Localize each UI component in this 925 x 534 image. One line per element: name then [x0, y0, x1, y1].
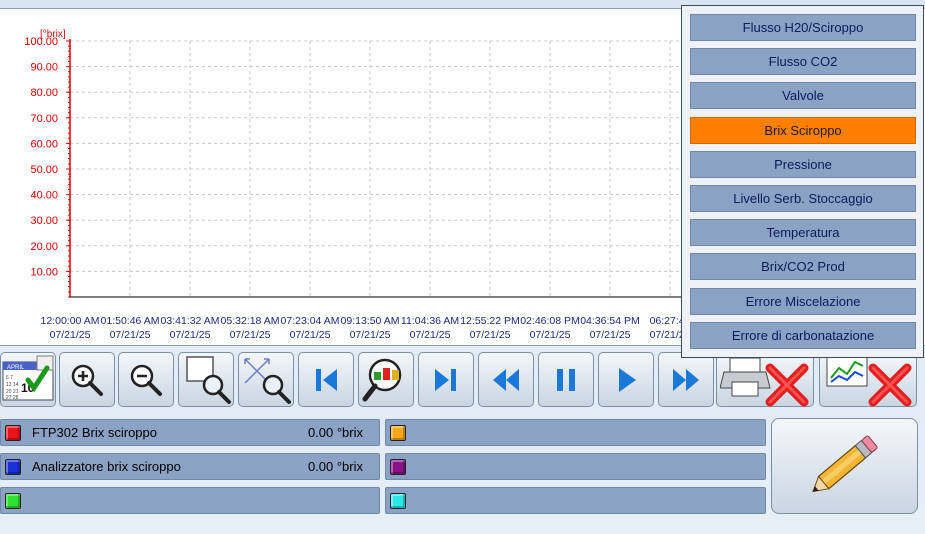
skip-to-start-icon	[316, 368, 337, 391]
x-tick-date-label: 07/21/25	[170, 329, 211, 341]
menu-item-6[interactable]: Livello Serb. Stoccaggio	[690, 185, 916, 212]
legend-color-swatch-4[interactable]	[390, 424, 406, 441]
search-data-icon	[362, 358, 402, 401]
x-tick-date-label: 07/21/25	[110, 329, 151, 341]
export-chart-disabled-button[interactable]	[819, 352, 917, 407]
y-tick-label: 90.00	[30, 62, 58, 74]
rewind-icon	[493, 368, 519, 391]
skip-to-end-icon	[435, 368, 456, 391]
x-tick-time-label: 03:41:32 AM	[161, 315, 220, 327]
zoom-area-button[interactable]	[178, 352, 234, 407]
menu-item-5[interactable]: Pressione	[690, 150, 916, 178]
x-tick-date-label: 07/21/25	[230, 329, 271, 341]
y-tick-label: 40.00	[30, 190, 58, 202]
search-data-button[interactable]	[358, 352, 414, 407]
play-icon	[619, 367, 636, 392]
legend-color-swatch-1[interactable]	[5, 424, 21, 441]
legend-value-2: 0.00 °brix	[307, 459, 363, 474]
x-tick-time-label: 12:55:22 PM	[460, 315, 520, 327]
legend-row-1[interactable]: FTP302 Brix sciroppo 0.00 °brix	[0, 419, 380, 446]
calendar-month-text: APRIL	[7, 365, 25, 371]
legend-color-swatch-3[interactable]	[5, 492, 21, 509]
pause-icon	[557, 368, 575, 391]
legend-row-5[interactable]	[385, 453, 766, 480]
x-tick-time-label: 09:13:50 AM	[341, 315, 400, 327]
zoom-out-icon	[130, 364, 162, 396]
go-to-start-button[interactable]	[298, 352, 354, 407]
fast-forward-icon	[673, 368, 699, 391]
pause-button[interactable]	[538, 352, 594, 407]
edit-button[interactable]	[771, 418, 918, 514]
y-tick-label: 30.00	[30, 215, 58, 227]
pencil-icon	[811, 435, 878, 493]
menu-item-3[interactable]: Valvole	[690, 82, 916, 110]
x-tick-time-label: 12:00:00 AM	[41, 315, 100, 327]
svg-text:6 7: 6 7	[6, 375, 13, 381]
y-tick-label: 20.00	[30, 241, 58, 253]
x-tick-time-label: 02:46:08 PM	[520, 315, 580, 327]
calendar-icon: APRIL 6 713 1420 2127 28 10	[2, 355, 54, 401]
zoom-area-icon	[186, 355, 231, 404]
menu-item-8[interactable]: Brix/CO2 Prod	[690, 253, 916, 281]
print-disabled-button[interactable]	[716, 352, 814, 407]
x-tick-time-label: 05:32:18 AM	[221, 315, 280, 327]
printer-disabled-icon	[720, 357, 809, 407]
zoom-in-button[interactable]	[59, 352, 115, 407]
legend-value-1: 0.00 °brix	[307, 425, 363, 440]
y-tick-label: 80.00	[30, 87, 58, 99]
legend-name-2: Analizzatore brix sciroppo	[32, 459, 181, 474]
x-tick-time-label: 11:04:36 AM	[401, 315, 459, 327]
y-tick-label: 60.00	[30, 138, 58, 150]
legend-color-swatch-5[interactable]	[390, 458, 406, 475]
svg-text:27 28: 27 28	[6, 395, 19, 401]
y-tick-label: 100.00	[24, 36, 58, 48]
menu-item-7[interactable]: Temperatura	[690, 219, 916, 247]
x-tick-date-label: 07/21/25	[410, 329, 451, 341]
x-tick-time-label: 04:36:54 PM	[580, 315, 640, 327]
zoom-out-button[interactable]	[118, 352, 174, 407]
legend-color-swatch-6[interactable]	[390, 492, 406, 509]
menu-item-10[interactable]: Errore di carbonatazione	[690, 321, 916, 349]
menu-item-2[interactable]: Flusso CO2	[690, 48, 916, 76]
calendar-date-button[interactable]: APRIL 6 7 13 14 20 21 27 28 10	[0, 352, 56, 407]
x-tick-date-label: 07/21/25	[290, 329, 331, 341]
x-tick-date-label: 07/21/25	[50, 329, 91, 341]
go-to-end-button[interactable]	[418, 352, 474, 407]
fast-forward-button[interactable]	[658, 352, 714, 407]
chart-disabled-icon	[826, 355, 912, 407]
x-tick-time-label: 07:23:04 AM	[281, 315, 340, 327]
menu-item-9[interactable]: Errore Miscelazione	[690, 287, 916, 315]
y-tick-label: 50.00	[30, 164, 58, 176]
y-tick-label: 10.00	[30, 266, 58, 278]
play-button[interactable]	[598, 352, 654, 407]
menu-item-1[interactable]: Flusso H20/Sciroppo	[690, 14, 916, 41]
x-tick-date-label: 07/21/25	[530, 329, 571, 341]
zoom-reset-button[interactable]	[238, 352, 294, 407]
y-tick-label: 70.00	[30, 113, 58, 125]
zoom-in-icon	[71, 364, 103, 396]
legend-color-swatch-2[interactable]	[5, 458, 21, 475]
x-tick-date-label: 07/21/25	[590, 329, 631, 341]
rewind-button[interactable]	[478, 352, 534, 407]
legend-row-4[interactable]	[385, 419, 766, 446]
chart-selection-menu: Flusso H20/Sciroppo Flusso CO2 Valvole Brix…	[681, 5, 924, 358]
menu-item-4[interactable]: Brix Sciroppo	[690, 116, 916, 144]
svg-text:13 14: 13 14	[6, 382, 19, 388]
zoom-fit-icon	[244, 357, 291, 404]
x-tick-date-label: 07/21/25	[470, 329, 511, 341]
x-tick-time-label: 01:50:46 AM	[101, 315, 160, 327]
legend-row-6[interactable]	[385, 487, 766, 514]
x-tick-date-label: 07/21/25	[350, 329, 391, 341]
legend-row-3[interactable]	[0, 487, 380, 514]
legend-name-1: FTP302 Brix sciroppo	[32, 425, 157, 440]
legend-row-2[interactable]: Analizzatore brix sciroppo 0.00 °brix	[0, 453, 380, 480]
